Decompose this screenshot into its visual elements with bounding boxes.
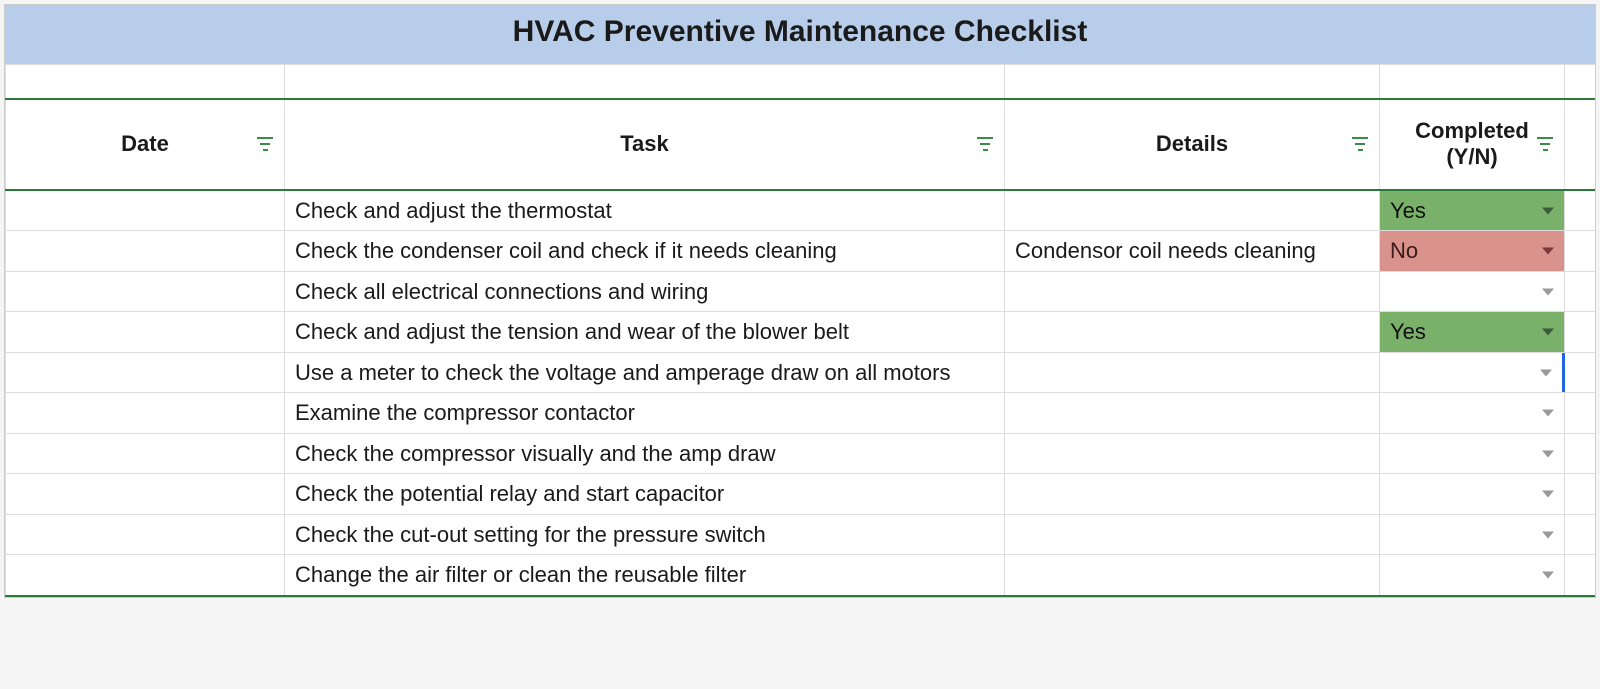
cell-completed-value: Yes — [1390, 318, 1426, 346]
chevron-down-icon[interactable] — [1542, 450, 1554, 457]
cell-completed-value: No — [1390, 237, 1418, 265]
table-row: Check all electrical connections and wir… — [5, 272, 1595, 313]
sheet-title-text: HVAC Preventive Maintenance Checklist — [513, 15, 1088, 48]
table-body: Check and adjust the thermostatYesCheck … — [5, 191, 1595, 597]
cell-task[interactable]: Examine the compressor contactor — [285, 393, 1005, 433]
cell-task[interactable]: Check and adjust the tension and wear of… — [285, 312, 1005, 352]
cell-task[interactable]: Check the cut-out setting for the pressu… — [285, 515, 1005, 555]
table-row: Check the cut-out setting for the pressu… — [5, 515, 1595, 556]
cell-completed[interactable]: Yes — [1380, 312, 1565, 352]
table-row: Use a meter to check the voltage and amp… — [5, 353, 1595, 394]
col-header-task[interactable]: Task — [285, 100, 1005, 189]
cell-details[interactable] — [1005, 272, 1380, 312]
col-header-details-label: Details — [1156, 131, 1228, 157]
cell-details[interactable] — [1005, 353, 1380, 393]
cell-task[interactable]: Check the condenser coil and check if it… — [285, 231, 1005, 271]
filter-icon[interactable] — [1536, 137, 1554, 151]
spacer-row — [5, 64, 1595, 100]
cell-task[interactable]: Check the compressor visually and the am… — [285, 434, 1005, 474]
cell-date[interactable] — [5, 474, 285, 514]
cell-task[interactable]: Check all electrical connections and wir… — [285, 272, 1005, 312]
cell-completed[interactable] — [1380, 353, 1565, 393]
filter-icon[interactable] — [976, 137, 994, 151]
cell-details[interactable] — [1005, 555, 1380, 595]
chevron-down-icon[interactable] — [1542, 491, 1554, 498]
cell-completed[interactable] — [1380, 515, 1565, 555]
chevron-down-icon[interactable] — [1542, 531, 1554, 538]
chevron-down-icon[interactable] — [1542, 288, 1554, 295]
col-header-completed[interactable]: Completed (Y/N) — [1380, 100, 1565, 189]
col-header-date-label: Date — [121, 131, 169, 157]
col-header-date[interactable]: Date — [5, 100, 285, 189]
chevron-down-icon[interactable] — [1542, 248, 1554, 255]
col-header-details[interactable]: Details — [1005, 100, 1380, 189]
cell-date[interactable] — [5, 434, 285, 474]
cell-completed[interactable] — [1380, 272, 1565, 312]
cell-completed[interactable] — [1380, 434, 1565, 474]
table-row: Examine the compressor contactor — [5, 393, 1595, 434]
cell-completed[interactable]: No — [1380, 231, 1565, 271]
cell-completed[interactable] — [1380, 474, 1565, 514]
table-row: Change the air filter or clean the reusa… — [5, 555, 1595, 597]
cell-date[interactable] — [5, 353, 285, 393]
cell-details[interactable] — [1005, 393, 1380, 433]
cell-completed[interactable]: Yes — [1380, 191, 1565, 231]
table-row: Check and adjust the tension and wear of… — [5, 312, 1595, 353]
cell-task[interactable]: Use a meter to check the voltage and amp… — [285, 353, 1005, 393]
col-header-completed-label: Completed (Y/N) — [1390, 118, 1554, 171]
cell-completed[interactable] — [1380, 555, 1565, 595]
cell-completed-value: Yes — [1390, 197, 1426, 225]
table-row: Check the potential relay and start capa… — [5, 474, 1595, 515]
table-row: Check the compressor visually and the am… — [5, 434, 1595, 475]
chevron-down-icon[interactable] — [1540, 369, 1552, 376]
chevron-down-icon[interactable] — [1542, 572, 1554, 579]
table-row: Check the condenser coil and check if it… — [5, 231, 1595, 272]
filter-icon[interactable] — [256, 137, 274, 151]
chevron-down-icon[interactable] — [1542, 410, 1554, 417]
cell-date[interactable] — [5, 191, 285, 231]
cell-date[interactable] — [5, 515, 285, 555]
cell-details[interactable] — [1005, 191, 1380, 231]
cell-task[interactable]: Check and adjust the thermostat — [285, 191, 1005, 231]
cell-task[interactable]: Check the potential relay and start capa… — [285, 474, 1005, 514]
cell-date[interactable] — [5, 393, 285, 433]
cell-date[interactable] — [5, 272, 285, 312]
filter-icon[interactable] — [1351, 137, 1369, 151]
table-header-row: Date Task Details Completed (Y/N) — [5, 100, 1595, 191]
cell-details[interactable] — [1005, 434, 1380, 474]
chevron-down-icon[interactable] — [1542, 329, 1554, 336]
cell-task[interactable]: Change the air filter or clean the reusa… — [285, 555, 1005, 595]
cell-details[interactable]: Condensor coil needs cleaning — [1005, 231, 1380, 271]
table-row: Check and adjust the thermostat Yes — [5, 191, 1595, 232]
cell-details[interactable] — [1005, 312, 1380, 352]
cell-details[interactable] — [1005, 515, 1380, 555]
cell-details[interactable] — [1005, 474, 1380, 514]
col-header-task-label: Task — [620, 131, 669, 157]
cell-date[interactable] — [5, 231, 285, 271]
cell-completed[interactable] — [1380, 393, 1565, 433]
cell-date[interactable] — [5, 312, 285, 352]
chevron-down-icon[interactable] — [1542, 207, 1554, 214]
spreadsheet: HVAC Preventive Maintenance Checklist Da… — [4, 4, 1596, 598]
sheet-title: HVAC Preventive Maintenance Checklist — [5, 5, 1595, 64]
cell-date[interactable] — [5, 555, 285, 595]
